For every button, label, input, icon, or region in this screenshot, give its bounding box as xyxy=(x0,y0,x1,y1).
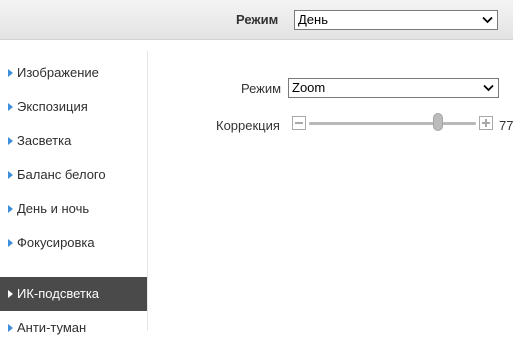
ir-mode-value: Zoom xyxy=(292,80,326,95)
correction-slider-track[interactable] xyxy=(309,122,476,125)
triangle-right-icon xyxy=(8,137,13,145)
sidebar-item-label: Фокусировка xyxy=(17,235,95,250)
triangle-right-icon xyxy=(8,171,13,179)
correction-value: 77 xyxy=(499,118,513,133)
correction-slider-thumb[interactable] xyxy=(432,113,443,131)
sidebar-item-white-balance[interactable]: Баланс белого xyxy=(0,158,147,192)
sidebar-item-focus[interactable]: Фокусировка xyxy=(0,226,147,260)
header-mode-label: Режим xyxy=(236,12,279,27)
top-bar: Режим День xyxy=(0,0,513,40)
sidebar-item-label: Анти-туман xyxy=(17,320,87,335)
ir-mode-label: Режим xyxy=(241,81,282,96)
triangle-right-icon xyxy=(8,205,13,213)
sidebar-item-label: Экспозиция xyxy=(17,99,88,114)
chevron-down-icon xyxy=(483,84,494,92)
ir-mode-select[interactable]: Zoom xyxy=(288,78,499,98)
sidebar-item-backlight[interactable]: Засветка xyxy=(0,124,147,158)
header-mode-select[interactable]: День xyxy=(294,10,498,30)
plus-icon[interactable] xyxy=(479,116,493,130)
sidebar-item-image[interactable]: Изображение xyxy=(0,56,147,90)
sidebar-item-day-night[interactable]: День и ночь xyxy=(0,192,147,226)
sidebar: Изображение Экспозиция Засветка Баланс б… xyxy=(0,51,148,335)
triangle-right-icon xyxy=(8,290,13,298)
minus-icon[interactable] xyxy=(292,116,306,130)
triangle-right-icon xyxy=(8,103,13,111)
sidebar-item-defog[interactable]: Анти-туман xyxy=(0,311,147,345)
sidebar-item-label: Изображение xyxy=(17,65,99,80)
sidebar-item-ir-light[interactable]: ИК-подсветка xyxy=(0,277,147,311)
sidebar-item-exposure[interactable]: Экспозиция xyxy=(0,90,147,124)
sidebar-item-label: Баланс белого xyxy=(17,167,106,182)
sidebar-item-label: ИК-подсветка xyxy=(17,286,100,301)
triangle-right-icon xyxy=(8,69,13,77)
chevron-down-icon xyxy=(482,16,493,24)
sidebar-item-label: Засветка xyxy=(17,133,72,148)
correction-label: Коррекция xyxy=(216,118,280,133)
sidebar-item-label: День и ночь xyxy=(17,201,90,216)
header-mode-value: День xyxy=(298,12,328,27)
triangle-right-icon xyxy=(8,239,13,247)
